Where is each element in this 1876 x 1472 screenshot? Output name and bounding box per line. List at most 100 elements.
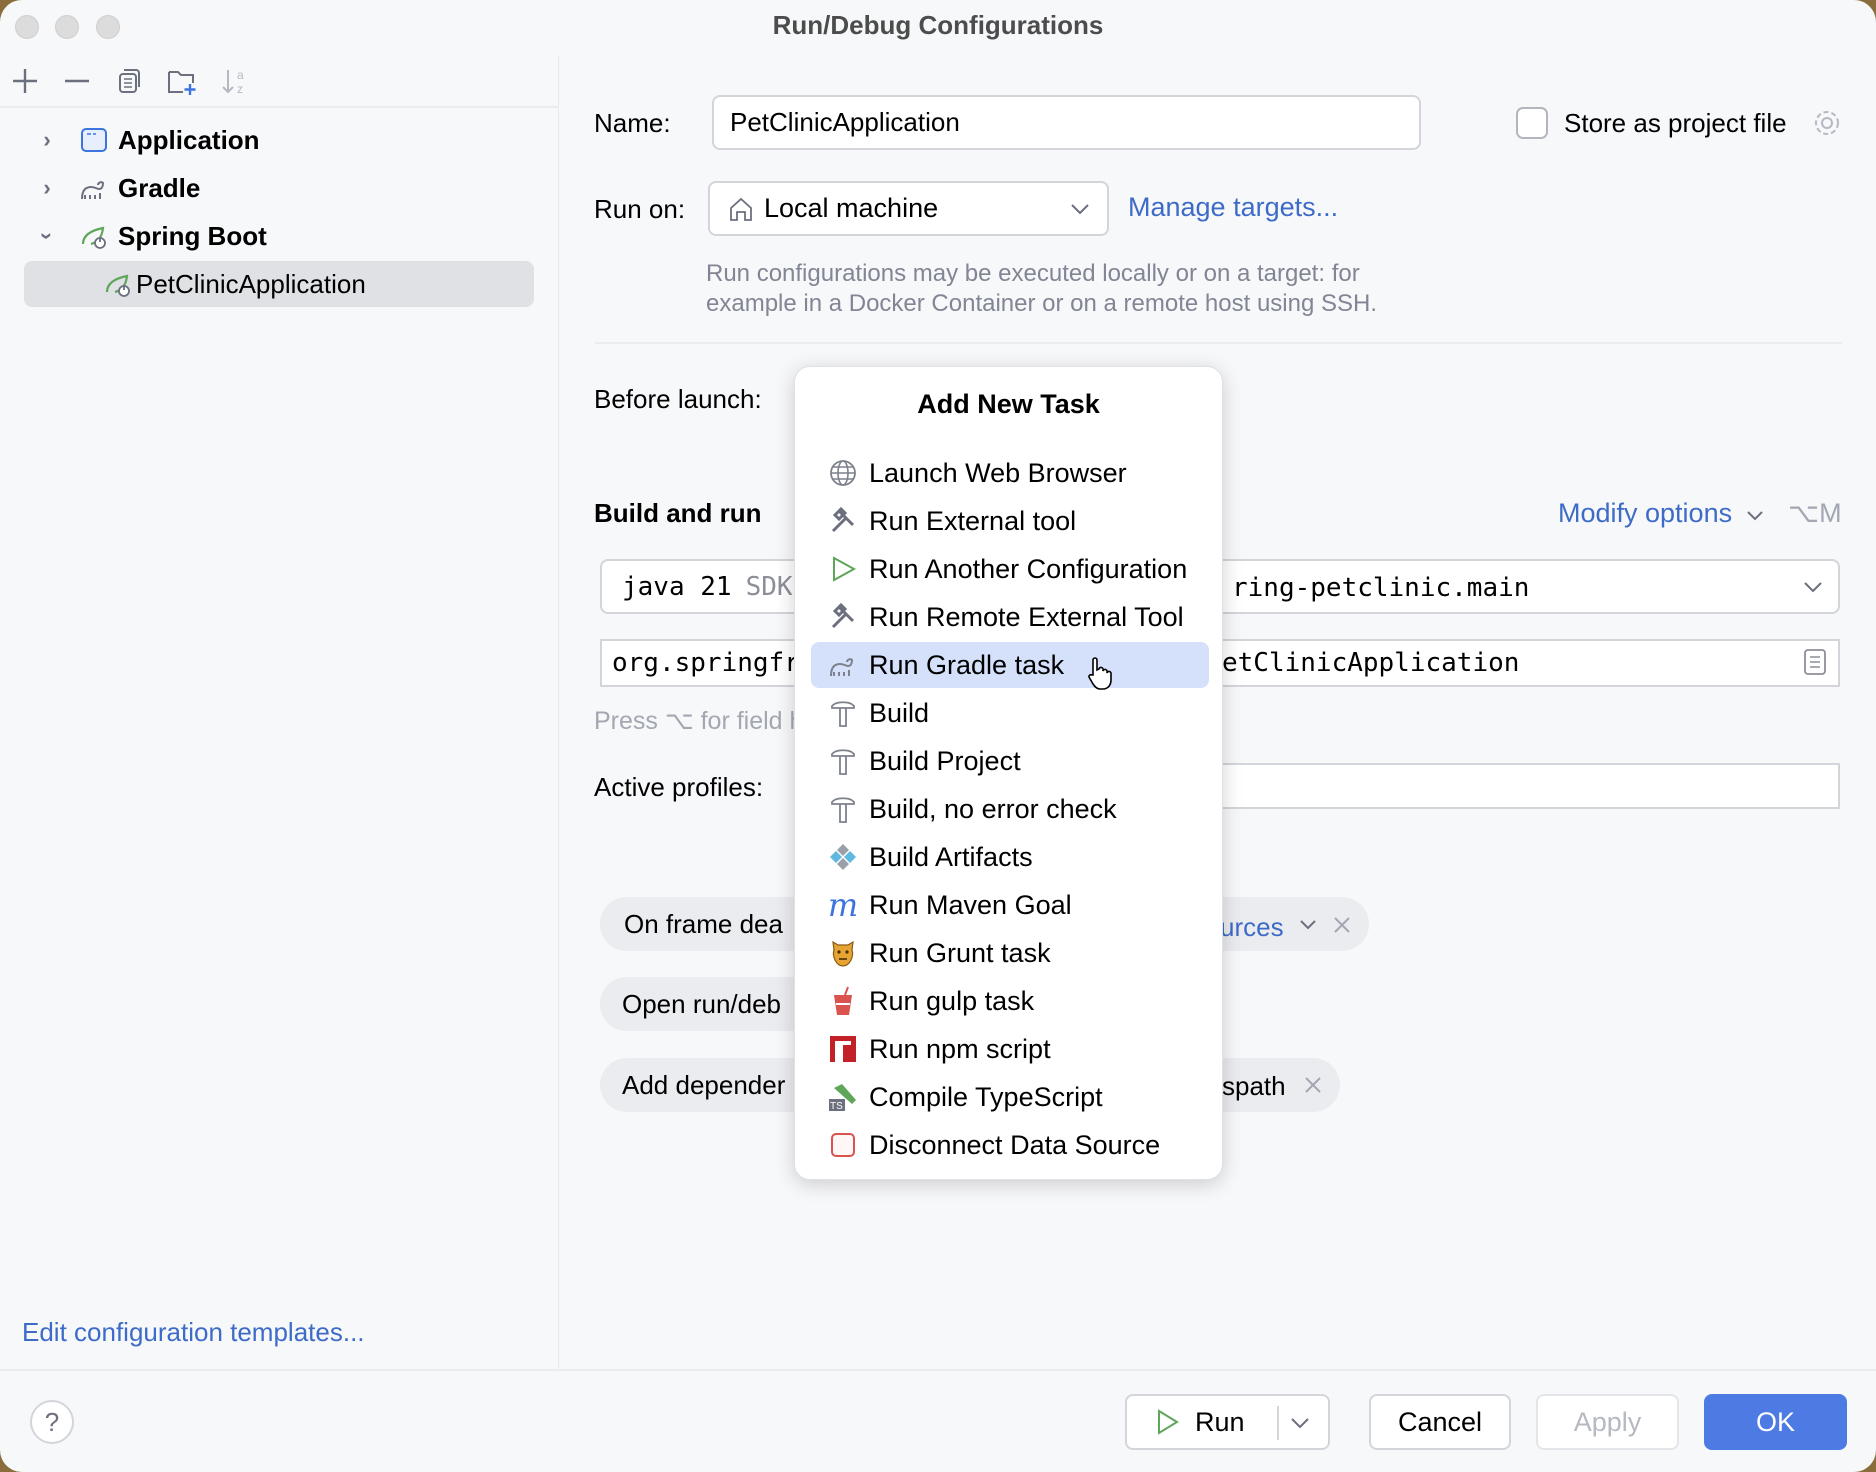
module-value[interactable]: ring-petclinic.main: [1232, 573, 1529, 603]
tree-item-spring-boot[interactable]: › Spring Boot: [24, 213, 534, 259]
menu-item-build-no-error-check[interactable]: Build, no error check: [811, 786, 1209, 832]
chip-value: spath: [1222, 1071, 1286, 1101]
menu-item-run-npm-script[interactable]: Run npm script: [811, 1026, 1209, 1072]
browse-class-icon[interactable]: [1803, 648, 1827, 676]
home-icon: [730, 197, 752, 221]
svg-text:a: a: [237, 68, 244, 82]
menu-item-label: Run gulp task: [869, 985, 1035, 1016]
window-title: Run/Debug Configurations: [772, 10, 1104, 40]
ok-button[interactable]: OK: [1704, 1394, 1847, 1450]
active-profiles-input[interactable]: [1200, 763, 1840, 809]
hammer-icon: [827, 745, 859, 777]
menu-item-launch-web-browser[interactable]: Launch Web Browser: [811, 450, 1209, 496]
hand-cursor-icon: [1088, 657, 1112, 690]
gradle-icon: [827, 649, 859, 681]
help-icon: ?: [44, 1406, 60, 1437]
store-as-project-file-checkbox[interactable]: [1516, 107, 1548, 139]
menu-item-run-gradle-task[interactable]: Run Gradle task: [811, 642, 1209, 690]
cancel-button[interactable]: Cancel: [1369, 1394, 1511, 1450]
menu-item-build-project[interactable]: Build Project: [811, 738, 1209, 784]
gear-icon[interactable]: [1812, 108, 1842, 143]
help-button[interactable]: ?: [30, 1400, 74, 1444]
name-input[interactable]: PetClinicApplication: [712, 95, 1421, 150]
chip-label: On frame dea: [624, 908, 783, 939]
chip-value[interactable]: urces: [1220, 912, 1284, 943]
menu-item-label: Run External tool: [869, 505, 1077, 536]
run-icon: [1158, 1409, 1179, 1435]
modify-options-link[interactable]: Modify options: [1558, 498, 1764, 529]
press-option-hint: Press ⌥ for field h: [594, 707, 804, 735]
new-folder-icon: [168, 71, 196, 95]
tree-item-application[interactable]: › Application: [24, 117, 534, 163]
menu-item-label: Run Maven Goal: [869, 889, 1072, 920]
modify-options-label: Modify options: [1558, 498, 1733, 528]
chevron-down-icon[interactable]: ›: [34, 221, 60, 251]
chevron-down-icon: [1071, 203, 1089, 214]
menu-item-build-artifacts[interactable]: Build Artifacts: [811, 834, 1209, 880]
menu-item-compile-typescript[interactable]: TS Compile TypeScript: [811, 1074, 1209, 1120]
gradle-icon: [78, 173, 110, 203]
active-profiles-label: Active profiles:: [594, 772, 764, 802]
typescript-icon: TS: [827, 1081, 859, 1113]
globe-icon: [827, 457, 859, 489]
add-configuration-button[interactable]: [10, 66, 40, 96]
before-launch-label: Before launch:: [594, 384, 762, 414]
manage-targets-link[interactable]: Manage targets...: [1128, 192, 1338, 223]
name-input-value: PetClinicApplication: [730, 107, 960, 137]
tree-item-petclinicapplication[interactable]: PetClinicApplication: [24, 261, 534, 307]
application-icon: [78, 125, 110, 155]
chevron-right-icon[interactable]: ›: [32, 175, 62, 201]
hammer-icon: [827, 697, 859, 729]
run-icon: [827, 553, 859, 585]
menu-item-run-gulp-task[interactable]: Run gulp task: [811, 978, 1209, 1024]
chevron-down-icon[interactable]: [1802, 580, 1824, 594]
jdk-value: java 21: [622, 571, 732, 602]
close-icon[interactable]: [1333, 916, 1351, 934]
add-icon: [13, 69, 37, 93]
menu-item-label: Run npm script: [869, 1033, 1051, 1064]
new-folder-button[interactable]: [166, 66, 196, 96]
spring-boot-icon: [78, 221, 110, 251]
menu-item-run-another-configuration[interactable]: Run Another Configuration: [811, 546, 1209, 592]
chip-label: Add depender: [622, 1069, 786, 1100]
chevron-down-icon: [1746, 511, 1763, 521]
remove-configuration-button[interactable]: [62, 66, 92, 96]
datasource-icon: [827, 1129, 859, 1161]
menu-item-label: Run Another Configuration: [869, 553, 1188, 584]
menu-item-label: Build: [869, 697, 930, 728]
tree-item-gradle[interactable]: › Gradle: [24, 165, 534, 211]
menu-item-run-maven-goal[interactable]: m Run Maven Goal: [811, 882, 1209, 928]
copy-icon: [119, 69, 140, 93]
chevron-down-icon[interactable]: [1290, 1417, 1310, 1429]
edit-configuration-templates-link[interactable]: Edit configuration templates...: [22, 1317, 365, 1348]
close-icon[interactable]: [1304, 1076, 1322, 1094]
run-on-label: Run on:: [594, 194, 686, 224]
chevron-right-icon[interactable]: ›: [32, 127, 62, 153]
jdk-suffix: SDK: [745, 571, 793, 602]
tree-item-label: Application: [118, 124, 260, 155]
menu-item-run-remote-external-tool[interactable]: Run Remote External Tool: [811, 594, 1209, 640]
menu-item-run-grunt-task[interactable]: Run Grunt task: [811, 930, 1209, 976]
artifacts-icon: [827, 841, 859, 873]
tree-item-label: Gradle: [118, 172, 201, 203]
apply-button[interactable]: Apply: [1536, 1394, 1679, 1450]
menu-item-run-external-tool[interactable]: Run External tool: [811, 498, 1209, 544]
menu-item-label: Disconnect Data Source: [869, 1129, 1161, 1160]
spring-boot-icon: [102, 269, 134, 299]
menu-item-build[interactable]: Build: [811, 690, 1209, 736]
maven-icon: m: [827, 886, 859, 924]
tree-item-label: PetClinicApplication: [136, 268, 366, 299]
run-button-label: Run: [1195, 1406, 1245, 1437]
chip-label: Open run/deb: [622, 988, 782, 1019]
run-on-select[interactable]: Local machine: [708, 181, 1109, 236]
copy-configuration-button[interactable]: [114, 66, 144, 96]
sort-button[interactable]: az: [220, 66, 250, 96]
toolbar-divider: [0, 106, 559, 108]
run-button[interactable]: Run: [1125, 1394, 1330, 1450]
tools-icon: [827, 601, 859, 633]
chevron-down-icon[interactable]: [1299, 919, 1317, 931]
store-as-project-file-label[interactable]: Store as project file: [1564, 108, 1787, 139]
main-class-suffix: etClinicApplication: [1222, 648, 1520, 678]
menu-item-disconnect-data-source[interactable]: Disconnect Data Source: [811, 1122, 1209, 1168]
grunt-icon: [827, 937, 859, 969]
